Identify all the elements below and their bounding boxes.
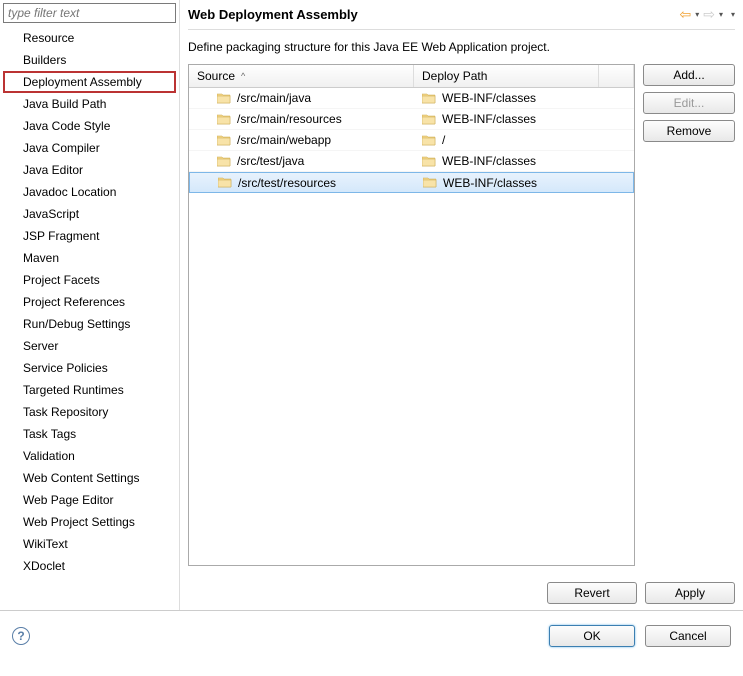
tree-item[interactable]: XDoclet [3, 555, 176, 577]
cell-source: /src/main/webapp [189, 131, 414, 149]
tree-item[interactable]: Builders [3, 49, 176, 71]
apply-button[interactable]: Apply [645, 582, 735, 604]
back-menu-icon[interactable]: ▾ [695, 10, 699, 19]
column-deploy[interactable]: Deploy Path [414, 65, 599, 87]
tree-item[interactable]: Web Project Settings [3, 511, 176, 533]
table-row[interactable]: /src/main/webapp/ [189, 130, 634, 151]
tree-item[interactable]: Javadoc Location [3, 181, 176, 203]
tree-item[interactable]: Java Editor [3, 159, 176, 181]
cell-deploy: WEB-INF/classes [414, 152, 599, 170]
tree-item[interactable]: Web Content Settings [3, 467, 176, 489]
cell-deploy: WEB-INF/classes [415, 174, 600, 192]
table-row[interactable]: /src/test/resourcesWEB-INF/classes [189, 172, 634, 193]
forward-menu-icon[interactable]: ▾ [719, 10, 723, 19]
add-button[interactable]: Add... [643, 64, 735, 86]
remove-button[interactable]: Remove [643, 120, 735, 142]
tree-item[interactable]: Deployment Assembly [3, 71, 176, 93]
tree-item[interactable]: Task Tags [3, 423, 176, 445]
table-row[interactable]: /src/main/javaWEB-INF/classes [189, 88, 634, 109]
tree-item[interactable]: Run/Debug Settings [3, 313, 176, 335]
table-header: Source ^ Deploy Path [189, 65, 634, 88]
nav-icons: ⇦ ▾ ⇨ ▾ ▾ [679, 6, 735, 23]
cell-source: /src/test/java [189, 152, 414, 170]
help-icon[interactable]: ? [12, 627, 30, 645]
tree-item[interactable]: Service Policies [3, 357, 176, 379]
footer: ? OK Cancel [0, 610, 743, 660]
tree-item[interactable]: Java Code Style [3, 115, 176, 137]
right-panel: Web Deployment Assembly ⇦ ▾ ⇨ ▾ ▾ Define… [180, 0, 743, 610]
view-menu-icon[interactable]: ▾ [731, 10, 735, 19]
tree-item[interactable]: Validation [3, 445, 176, 467]
table-row[interactable]: /src/test/javaWEB-INF/classes [189, 151, 634, 172]
tree-item[interactable]: Project Facets [3, 269, 176, 291]
cell-source: /src/test/resources [190, 174, 415, 192]
description-text: Define packaging structure for this Java… [188, 40, 735, 54]
cancel-button[interactable]: Cancel [645, 625, 731, 647]
folder-icon [422, 114, 436, 125]
table-body: /src/main/javaWEB-INF/classes/src/main/r… [189, 88, 634, 193]
column-extra[interactable] [599, 65, 634, 87]
folder-icon [218, 177, 232, 188]
cell-source: /src/main/java [189, 89, 414, 107]
tree-item[interactable]: Project References [3, 291, 176, 313]
left-panel: ResourceBuildersDeployment AssemblyJava … [0, 0, 180, 610]
category-tree: ResourceBuildersDeployment AssemblyJava … [3, 27, 176, 577]
tree-item[interactable]: Task Repository [3, 401, 176, 423]
bottom-buttons: Revert Apply [188, 574, 735, 604]
tree-item[interactable]: WikiText [3, 533, 176, 555]
table-row[interactable]: /src/main/resourcesWEB-INF/classes [189, 109, 634, 130]
edit-button[interactable]: Edit... [643, 92, 735, 114]
filter-input[interactable] [3, 3, 176, 23]
folder-icon [422, 135, 436, 146]
tree-item[interactable]: Java Build Path [3, 93, 176, 115]
assembly-table[interactable]: Source ^ Deploy Path /src/main/javaWEB-I… [188, 64, 635, 566]
folder-icon [422, 156, 436, 167]
column-deploy-label: Deploy Path [422, 69, 487, 83]
tree-item[interactable]: JavaScript [3, 203, 176, 225]
cell-deploy: WEB-INF/classes [414, 110, 599, 128]
cell-deploy: / [414, 131, 599, 149]
folder-icon [422, 93, 436, 104]
sort-asc-icon: ^ [241, 71, 245, 81]
folder-icon [217, 93, 231, 104]
side-buttons: Add... Edit... Remove [643, 64, 735, 566]
tree-item[interactable]: Maven [3, 247, 176, 269]
tree-item[interactable]: Java Compiler [3, 137, 176, 159]
page-title: Web Deployment Assembly [188, 7, 358, 22]
revert-button[interactable]: Revert [547, 582, 637, 604]
tree-item[interactable]: Resource [3, 27, 176, 49]
ok-button[interactable]: OK [549, 625, 635, 647]
folder-icon [423, 177, 437, 188]
tree-item[interactable]: Web Page Editor [3, 489, 176, 511]
tree-item[interactable]: Server [3, 335, 176, 357]
folder-icon [217, 156, 231, 167]
cell-source: /src/main/resources [189, 110, 414, 128]
column-source[interactable]: Source ^ [189, 65, 414, 87]
column-source-label: Source [197, 69, 235, 83]
folder-icon [217, 114, 231, 125]
back-icon[interactable]: ⇦ [679, 6, 691, 23]
cell-deploy: WEB-INF/classes [414, 89, 599, 107]
folder-icon [217, 135, 231, 146]
forward-icon[interactable]: ⇨ [703, 6, 715, 23]
tree-item[interactable]: Targeted Runtimes [3, 379, 176, 401]
tree-item[interactable]: JSP Fragment [3, 225, 176, 247]
